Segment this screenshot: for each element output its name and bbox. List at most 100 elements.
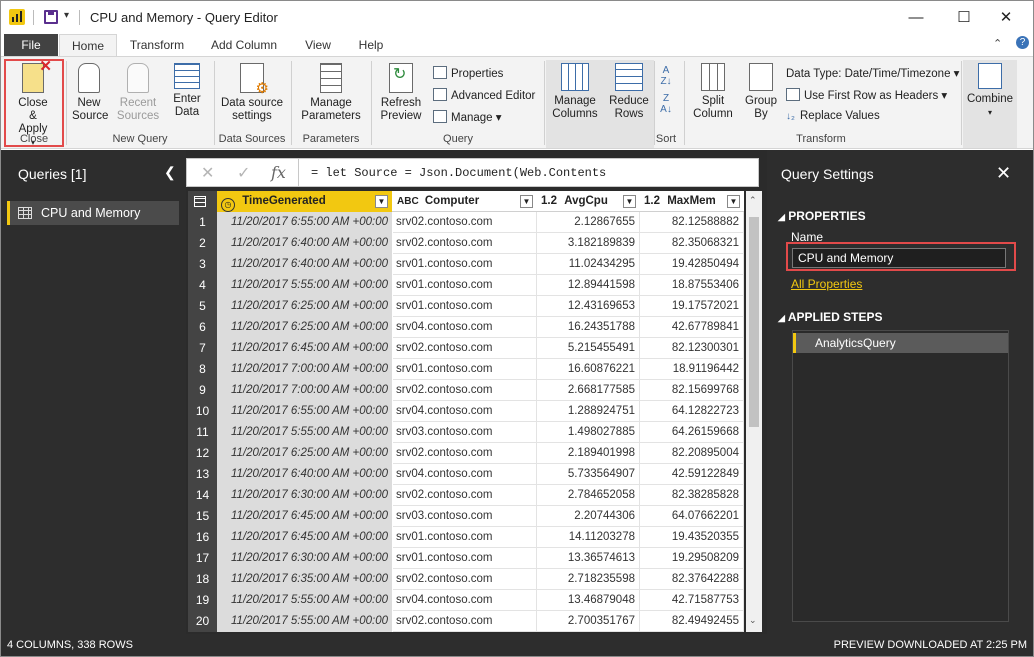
filter-dropdown-icon[interactable]: ▼ bbox=[520, 195, 533, 208]
commit-check-icon[interactable]: ✓ bbox=[237, 163, 250, 183]
scroll-up-icon[interactable]: ⌃ bbox=[749, 195, 757, 206]
reduce-rows-button[interactable]: Reduce Rows bbox=[605, 63, 653, 121]
cell-maxmem[interactable]: 82.38285828 bbox=[640, 485, 744, 506]
cell-avgcpu[interactable]: 2.20744306 bbox=[537, 506, 640, 527]
sort-descending-button[interactable]: Z A↓ bbox=[656, 93, 676, 115]
advanced-editor-button[interactable]: Advanced Editor bbox=[433, 88, 535, 102]
row-number[interactable]: 1 bbox=[188, 212, 217, 233]
cell-maxmem[interactable]: 82.20895004 bbox=[640, 443, 744, 464]
manage-parameters-button[interactable]: Manage Parameters bbox=[293, 63, 369, 123]
cell-timegenerated[interactable]: 11/20/2017 6:55:00 AM +00:00 bbox=[217, 401, 393, 422]
cell-avgcpu[interactable]: 13.36574613 bbox=[537, 548, 640, 569]
select-all-table-icon[interactable] bbox=[188, 191, 217, 212]
properties-heading[interactable]: ◢ PROPERTIES bbox=[778, 209, 866, 223]
cell-timegenerated[interactable]: 11/20/2017 5:55:00 AM +00:00 bbox=[217, 590, 393, 611]
cell-maxmem[interactable]: 18.91196442 bbox=[640, 359, 744, 380]
tab-file[interactable]: File bbox=[4, 34, 58, 56]
cell-maxmem[interactable]: 18.87553406 bbox=[640, 275, 744, 296]
column-header-maxmem[interactable]: 1.2 MaxMem ▼ bbox=[640, 191, 744, 212]
cell-computer[interactable]: srv02.contoso.com bbox=[393, 485, 537, 506]
close-button[interactable]: ✕ bbox=[983, 5, 1029, 31]
cell-avgcpu[interactable]: 11.02434295 bbox=[537, 254, 640, 275]
cell-maxmem[interactable]: 82.12300301 bbox=[640, 338, 744, 359]
cell-avgcpu[interactable]: 2.189401998 bbox=[537, 443, 640, 464]
row-number[interactable]: 6 bbox=[188, 317, 217, 338]
data-source-settings-button[interactable]: ⚙ Data source settings bbox=[215, 63, 289, 123]
cell-avgcpu[interactable]: 1.288924751 bbox=[537, 401, 640, 422]
scroll-down-icon[interactable]: ⌄ bbox=[749, 615, 757, 626]
tab-help[interactable]: Help bbox=[349, 34, 393, 56]
row-number[interactable]: 7 bbox=[188, 338, 217, 359]
cell-timegenerated[interactable]: 11/20/2017 5:55:00 AM +00:00 bbox=[217, 422, 393, 443]
cell-maxmem[interactable]: 42.59122849 bbox=[640, 464, 744, 485]
tab-home[interactable]: Home bbox=[59, 34, 117, 56]
cell-computer[interactable]: srv02.contoso.com bbox=[393, 338, 537, 359]
column-header-computer[interactable]: ABC Computer ▼ bbox=[393, 191, 537, 212]
cell-maxmem[interactable]: 42.67789841 bbox=[640, 317, 744, 338]
row-number[interactable]: 12 bbox=[188, 443, 217, 464]
data-type-dropdown[interactable]: Data Type: Date/Time/Timezone ▾ bbox=[786, 66, 959, 80]
cell-maxmem[interactable]: 82.12588882 bbox=[640, 212, 744, 233]
scrollbar-thumb[interactable] bbox=[749, 217, 759, 427]
tab-add-column[interactable]: Add Column bbox=[201, 34, 287, 56]
cell-timegenerated[interactable]: 11/20/2017 5:55:00 AM +00:00 bbox=[217, 611, 393, 632]
row-number[interactable]: 18 bbox=[188, 569, 217, 590]
cell-timegenerated[interactable]: 11/20/2017 6:30:00 AM +00:00 bbox=[217, 485, 393, 506]
applied-step[interactable]: AnalyticsQuery bbox=[793, 333, 1008, 353]
cell-timegenerated[interactable]: 11/20/2017 6:45:00 AM +00:00 bbox=[217, 527, 393, 548]
cell-maxmem[interactable]: 19.29508209 bbox=[640, 548, 744, 569]
cell-computer[interactable]: srv01.contoso.com bbox=[393, 548, 537, 569]
row-number[interactable]: 3 bbox=[188, 254, 217, 275]
customize-toolbar-chevron-icon[interactable]: ▾ bbox=[64, 10, 69, 21]
cell-avgcpu[interactable]: 2.12867655 bbox=[537, 212, 640, 233]
row-number[interactable]: 10 bbox=[188, 401, 217, 422]
column-header-avgcpu[interactable]: 1.2 AvgCpu ▼ bbox=[537, 191, 640, 212]
row-number[interactable]: 20 bbox=[188, 611, 217, 632]
cell-maxmem[interactable]: 64.12822723 bbox=[640, 401, 744, 422]
cell-timegenerated[interactable]: 11/20/2017 6:25:00 AM +00:00 bbox=[217, 443, 393, 464]
vertical-scrollbar[interactable]: ⌃ ⌄ bbox=[746, 191, 762, 632]
cell-timegenerated[interactable]: 11/20/2017 6:55:00 AM +00:00 bbox=[217, 212, 393, 233]
cell-avgcpu[interactable]: 16.60876221 bbox=[537, 359, 640, 380]
cell-timegenerated[interactable]: 11/20/2017 6:35:00 AM +00:00 bbox=[217, 569, 393, 590]
cell-avgcpu[interactable]: 2.784652058 bbox=[537, 485, 640, 506]
cell-timegenerated[interactable]: 11/20/2017 6:45:00 AM +00:00 bbox=[217, 506, 393, 527]
cell-computer[interactable]: srv04.contoso.com bbox=[393, 317, 537, 338]
cell-timegenerated[interactable]: 11/20/2017 6:40:00 AM +00:00 bbox=[217, 233, 393, 254]
recent-sources-button[interactable]: Recent Sources bbox=[113, 63, 163, 123]
help-icon[interactable]: ? bbox=[1016, 36, 1029, 49]
cell-timegenerated[interactable]: 11/20/2017 6:25:00 AM +00:00 bbox=[217, 317, 393, 338]
cell-avgcpu[interactable]: 5.215455491 bbox=[537, 338, 640, 359]
cell-timegenerated[interactable]: 11/20/2017 5:55:00 AM +00:00 bbox=[217, 275, 393, 296]
combine-button[interactable]: Combine ▾ bbox=[963, 63, 1017, 119]
cell-computer[interactable]: srv02.contoso.com bbox=[393, 611, 537, 632]
cell-maxmem[interactable]: 64.07662201 bbox=[640, 506, 744, 527]
cell-timegenerated[interactable]: 11/20/2017 7:00:00 AM +00:00 bbox=[217, 380, 393, 401]
filter-dropdown-icon[interactable]: ▼ bbox=[623, 195, 636, 208]
cell-maxmem[interactable]: 19.42850494 bbox=[640, 254, 744, 275]
cell-computer[interactable]: srv01.contoso.com bbox=[393, 359, 537, 380]
minimize-button[interactable]: — bbox=[893, 5, 939, 31]
row-number[interactable]: 9 bbox=[188, 380, 217, 401]
cell-computer[interactable]: srv04.contoso.com bbox=[393, 464, 537, 485]
collapse-chevron-left-icon[interactable]: ❮ bbox=[164, 164, 176, 181]
cell-timegenerated[interactable]: 11/20/2017 6:30:00 AM +00:00 bbox=[217, 548, 393, 569]
cell-maxmem[interactable]: 64.26159668 bbox=[640, 422, 744, 443]
replace-values-button[interactable]: ↓₂ Replace Values bbox=[786, 110, 880, 122]
cell-computer[interactable]: srv02.contoso.com bbox=[393, 233, 537, 254]
all-properties-link[interactable]: All Properties bbox=[791, 277, 862, 291]
column-header-timegenerated[interactable]: ◷ TimeGenerated ▼ bbox=[217, 191, 392, 212]
cell-computer[interactable]: srv04.contoso.com bbox=[393, 590, 537, 611]
use-first-row-button[interactable]: Use First Row as Headers ▾ bbox=[786, 88, 947, 102]
cell-avgcpu[interactable]: 2.718235598 bbox=[537, 569, 640, 590]
cell-maxmem[interactable]: 82.37642288 bbox=[640, 569, 744, 590]
row-number[interactable]: 4 bbox=[188, 275, 217, 296]
save-icon[interactable] bbox=[44, 10, 58, 24]
applied-steps-heading[interactable]: ◢ APPLIED STEPS bbox=[778, 310, 883, 324]
cell-avgcpu[interactable]: 14.11203278 bbox=[537, 527, 640, 548]
row-number[interactable]: 16 bbox=[188, 527, 217, 548]
enter-data-button[interactable]: Enter Data bbox=[165, 63, 209, 119]
row-number[interactable]: 14 bbox=[188, 485, 217, 506]
cell-avgcpu[interactable]: 2.668177585 bbox=[537, 380, 640, 401]
cell-avgcpu[interactable]: 16.24351788 bbox=[537, 317, 640, 338]
